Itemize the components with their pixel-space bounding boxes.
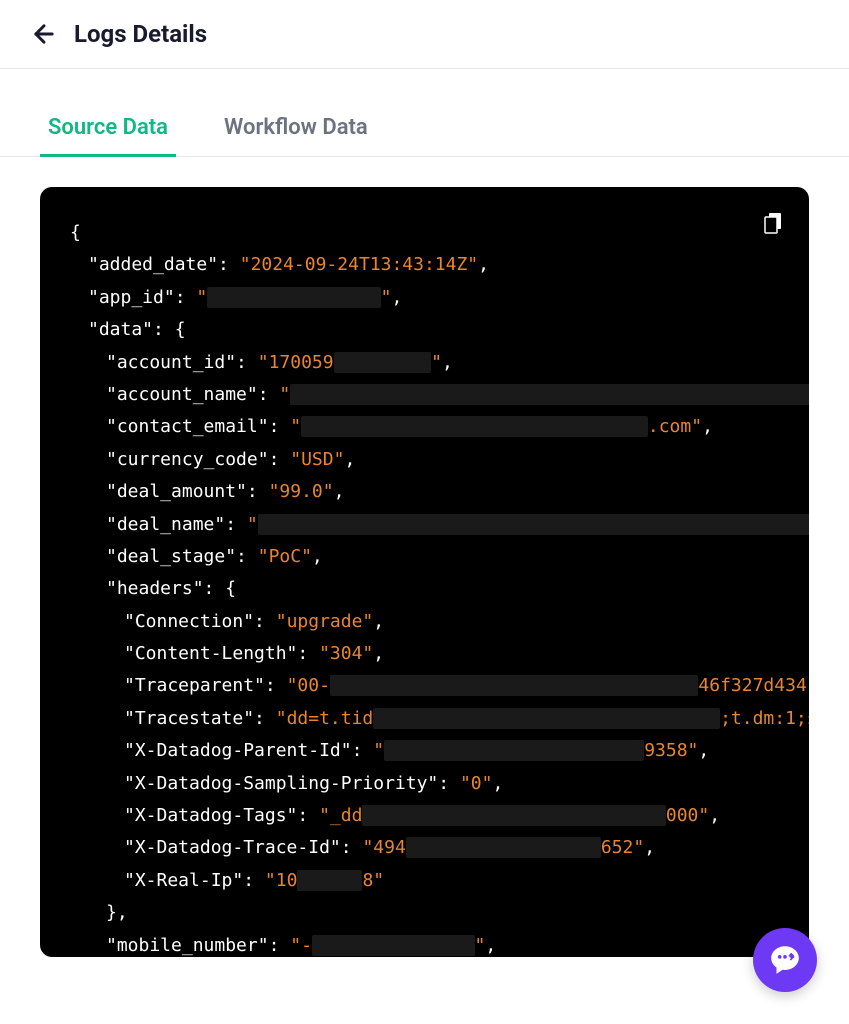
json-line: "deal_stage": "PoC", bbox=[70, 541, 779, 573]
chat-fab-button[interactable] bbox=[753, 928, 817, 992]
tab-workflow-data[interactable]: Workflow Data bbox=[216, 99, 376, 156]
json-line: "X-Datadog-Trace-Id": "494xxxxxxxxxxxxxx… bbox=[70, 832, 779, 864]
json-line: "Content-Length": "304", bbox=[70, 638, 779, 670]
json-viewer: { "added_date": "2024-09-24T13:43:14Z", … bbox=[40, 187, 809, 957]
json-line: "added_date": "2024-09-24T13:43:14Z", bbox=[70, 249, 779, 281]
json-line: "deal_name": "xxxxxxxxxxxxxxxxxxxxxxxxxx… bbox=[70, 509, 779, 541]
page-title: Logs Details bbox=[74, 20, 207, 48]
content-area: { "added_date": "2024-09-24T13:43:14Z", … bbox=[0, 157, 849, 987]
json-line: "account_name": "xxxxxxxxxxxxxxxxxxxxxxx… bbox=[70, 379, 779, 411]
json-line: "X-Datadog-Sampling-Priority": "0", bbox=[70, 768, 779, 800]
json-line: }, bbox=[70, 897, 779, 929]
json-line: "X-Datadog-Tags": "_ddxxxxxxxxxxxxxxxxxx… bbox=[70, 800, 779, 832]
copy-icon[interactable] bbox=[761, 211, 785, 246]
json-line: "Tracestate": "dd=t.tidxxxxxxxxxxxxxxxxx… bbox=[70, 703, 779, 735]
json-line: "Connection": "upgrade", bbox=[70, 606, 779, 638]
json-line: "mobile_number": "-xxxxxxxxxxxxxxx", bbox=[70, 930, 779, 957]
json-line: "contact_email": "xxxxxxxxxxxxxxxxxxxxxx… bbox=[70, 411, 779, 443]
json-line: "X-Real-Ip": "10xxxxxx8" bbox=[70, 865, 779, 897]
json-line: "account_id": "170059xxxxxxxxx", bbox=[70, 347, 779, 379]
json-line: "currency_code": "USD", bbox=[70, 444, 779, 476]
json-line: "app_id": "xxxxxxxxxxxxxxxx", bbox=[70, 282, 779, 314]
json-line: "Traceparent": "00-xxxxxxxxxxxxxxxxxxxxx… bbox=[70, 670, 779, 702]
json-line: "data": { bbox=[70, 314, 779, 346]
back-arrow-icon[interactable] bbox=[30, 20, 58, 48]
json-line: "deal_amount": "99.0", bbox=[70, 476, 779, 508]
page-header: Logs Details bbox=[0, 0, 849, 69]
tabs-container: Source Data Workflow Data bbox=[0, 99, 849, 157]
json-line: "X-Datadog-Parent-Id": "xxxxxxxxxxxxxxxx… bbox=[70, 735, 779, 767]
tab-source-data[interactable]: Source Data bbox=[40, 99, 176, 156]
json-line: "headers": { bbox=[70, 573, 779, 605]
json-line: { bbox=[70, 217, 779, 249]
